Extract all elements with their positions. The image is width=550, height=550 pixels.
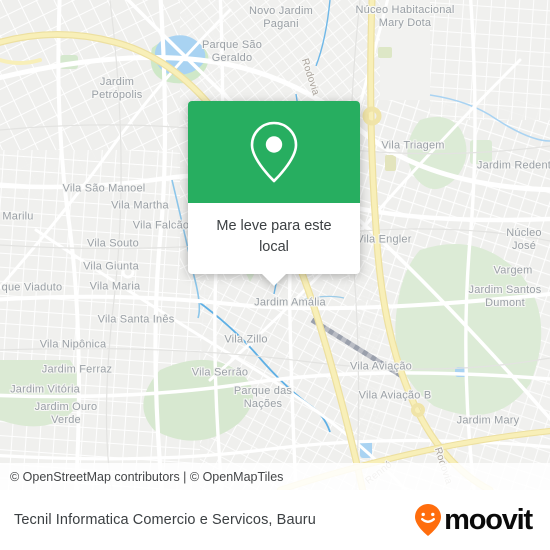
place-title: Tecnil Informatica Comercio e Servicos, … xyxy=(14,512,316,528)
moovit-logo[interactable]: moovit xyxy=(413,503,533,537)
popup-tail-arrow xyxy=(261,273,287,286)
location-popup-card[interactable]: Me leve para este local xyxy=(188,101,360,286)
moovit-wordmark: moovit xyxy=(444,503,533,536)
footer-bar: Tecnil Informatica Comercio e Servicos, … xyxy=(0,490,550,550)
popup-message: Me leve para este local xyxy=(216,218,332,255)
map-viewport[interactable]: Novo Jardim Pagani Núceo Habitacional Mar… xyxy=(0,0,550,490)
attribution-text[interactable]: © OpenStreetMap contributors | © OpenMap… xyxy=(10,470,283,484)
moovit-smiley-pin-icon xyxy=(415,504,442,536)
popup-header xyxy=(188,101,360,203)
map-attribution-bar: © OpenStreetMap contributors | © OpenMap… xyxy=(0,463,550,490)
map-page: Novo Jardim Pagani Núceo Habitacional Mar… xyxy=(0,0,550,550)
popup-body: Me leve para este local xyxy=(188,203,360,274)
map-pin-icon xyxy=(250,121,298,183)
